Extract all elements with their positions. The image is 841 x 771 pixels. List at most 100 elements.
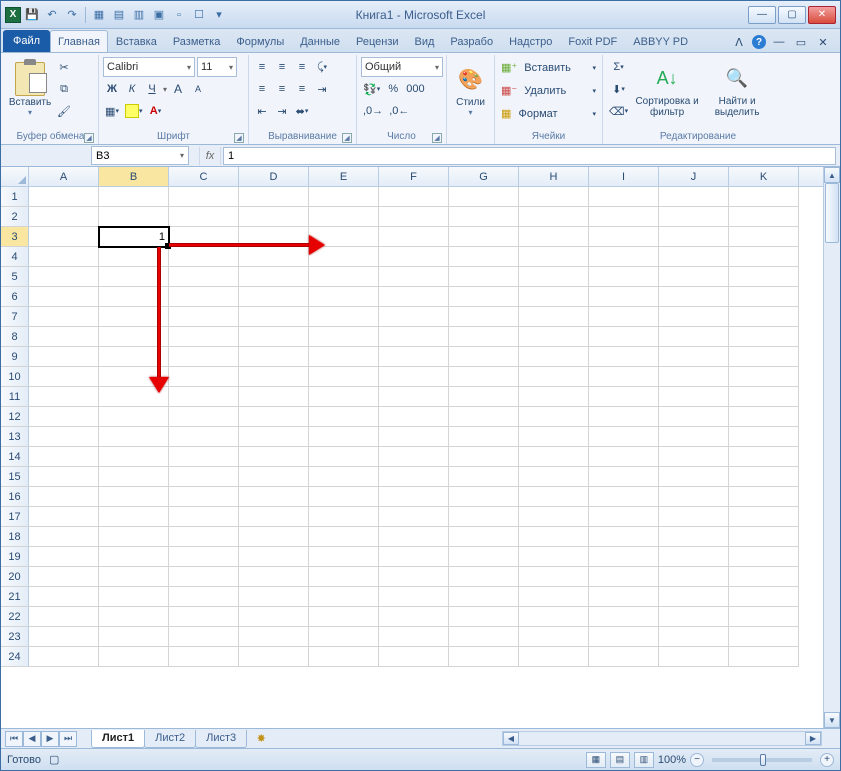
cell-G19[interactable] — [449, 547, 519, 567]
cell-B18[interactable] — [99, 527, 169, 547]
cell-I20[interactable] — [589, 567, 659, 587]
wrap-text-icon[interactable]: ⇥ — [313, 79, 331, 99]
cell-J11[interactable] — [659, 387, 729, 407]
cell-E5[interactable] — [309, 267, 379, 287]
file-tab[interactable]: Файл — [3, 30, 50, 52]
cell-D12[interactable] — [239, 407, 309, 427]
cell-C8[interactable] — [169, 327, 239, 347]
maximize-button[interactable]: ▢ — [778, 6, 806, 24]
cell-C6[interactable] — [169, 287, 239, 307]
cell-J13[interactable] — [659, 427, 729, 447]
sheet-tab-2[interactable]: Лист2 — [144, 730, 196, 748]
cell-H13[interactable] — [519, 427, 589, 447]
cell-B19[interactable] — [99, 547, 169, 567]
cell-C20[interactable] — [169, 567, 239, 587]
cell-K22[interactable] — [729, 607, 799, 627]
qat-dropdown-icon[interactable]: ▾ — [210, 6, 228, 24]
cell-G8[interactable] — [449, 327, 519, 347]
cell-G23[interactable] — [449, 627, 519, 647]
cell-A12[interactable] — [29, 407, 99, 427]
cell-H5[interactable] — [519, 267, 589, 287]
underline-button[interactable]: Ч — [143, 79, 161, 99]
cell-H21[interactable] — [519, 587, 589, 607]
cell-F5[interactable] — [379, 267, 449, 287]
cell-D22[interactable] — [239, 607, 309, 627]
cell-A1[interactable] — [29, 187, 99, 207]
cell-E3[interactable] — [309, 227, 379, 247]
row-header-6[interactable]: 6 — [1, 287, 29, 307]
cell-J22[interactable] — [659, 607, 729, 627]
column-header-C[interactable]: C — [169, 167, 239, 186]
cell-F15[interactable] — [379, 467, 449, 487]
horizontal-scrollbar[interactable]: ◀ ▶ — [502, 731, 822, 746]
scroll-up-icon[interactable]: ▲ — [824, 167, 840, 183]
cell-D15[interactable] — [239, 467, 309, 487]
cell-C2[interactable] — [169, 207, 239, 227]
cell-D17[interactable] — [239, 507, 309, 527]
cell-G13[interactable] — [449, 427, 519, 447]
zoom-slider[interactable] — [712, 758, 812, 762]
tab-addins[interactable]: Надстро — [501, 30, 560, 52]
view-page-layout-icon[interactable]: ▤ — [610, 752, 630, 768]
orientation-icon[interactable]: ⤹▾ — [313, 57, 331, 77]
row-header-7[interactable]: 7 — [1, 307, 29, 327]
cell-J8[interactable] — [659, 327, 729, 347]
fill-handle[interactable] — [165, 243, 171, 249]
fill-icon[interactable]: ⬇▾ — [607, 79, 630, 99]
cell-H16[interactable] — [519, 487, 589, 507]
cell-J14[interactable] — [659, 447, 729, 467]
cell-K6[interactable] — [729, 287, 799, 307]
cell-D8[interactable] — [239, 327, 309, 347]
cell-G24[interactable] — [449, 647, 519, 667]
cell-A14[interactable] — [29, 447, 99, 467]
tab-formulas[interactable]: Формулы — [228, 30, 292, 52]
cell-J16[interactable] — [659, 487, 729, 507]
cell-D2[interactable] — [239, 207, 309, 227]
cell-K5[interactable] — [729, 267, 799, 287]
workbook-close-icon[interactable]: ✕ — [814, 32, 832, 52]
cell-E9[interactable] — [309, 347, 379, 367]
qat-button-10-icon[interactable]: ☐ — [190, 6, 208, 24]
cell-H14[interactable] — [519, 447, 589, 467]
cell-J19[interactable] — [659, 547, 729, 567]
cell-G9[interactable] — [449, 347, 519, 367]
cell-J10[interactable] — [659, 367, 729, 387]
row-header-12[interactable]: 12 — [1, 407, 29, 427]
sheet-nav-last-icon[interactable]: ⏭ — [59, 731, 77, 747]
cell-G10[interactable] — [449, 367, 519, 387]
borders-icon[interactable]: ▦▾ — [103, 101, 121, 121]
cell-K18[interactable] — [729, 527, 799, 547]
autosum-icon[interactable]: Σ▾ — [607, 57, 630, 77]
tab-developer[interactable]: Разрабо — [442, 30, 501, 52]
cell-H8[interactable] — [519, 327, 589, 347]
decrease-decimal-icon[interactable]: ,0← — [387, 101, 411, 121]
row-header-3[interactable]: 3 — [1, 227, 29, 247]
cell-J15[interactable] — [659, 467, 729, 487]
cell-C13[interactable] — [169, 427, 239, 447]
cell-K3[interactable] — [729, 227, 799, 247]
align-right-icon[interactable]: ≡ — [293, 79, 311, 99]
cell-F22[interactable] — [379, 607, 449, 627]
cell-E12[interactable] — [309, 407, 379, 427]
cell-K13[interactable] — [729, 427, 799, 447]
qat-button-8-icon[interactable]: ▣ — [150, 6, 168, 24]
minimize-ribbon-icon[interactable]: ᐱ — [730, 32, 748, 52]
column-header-J[interactable]: J — [659, 167, 729, 186]
row-header-9[interactable]: 9 — [1, 347, 29, 367]
cell-D23[interactable] — [239, 627, 309, 647]
cell-H24[interactable] — [519, 647, 589, 667]
cell-F9[interactable] — [379, 347, 449, 367]
column-header-B[interactable]: B — [99, 167, 169, 186]
cell-H20[interactable] — [519, 567, 589, 587]
row-header-1[interactable]: 1 — [1, 187, 29, 207]
cell-K8[interactable] — [729, 327, 799, 347]
cell-B20[interactable] — [99, 567, 169, 587]
cell-G15[interactable] — [449, 467, 519, 487]
cell-D7[interactable] — [239, 307, 309, 327]
cell-E17[interactable] — [309, 507, 379, 527]
cell-I12[interactable] — [589, 407, 659, 427]
column-header-D[interactable]: D — [239, 167, 309, 186]
zoom-handle[interactable] — [760, 754, 766, 766]
cell-E16[interactable] — [309, 487, 379, 507]
cell-A2[interactable] — [29, 207, 99, 227]
